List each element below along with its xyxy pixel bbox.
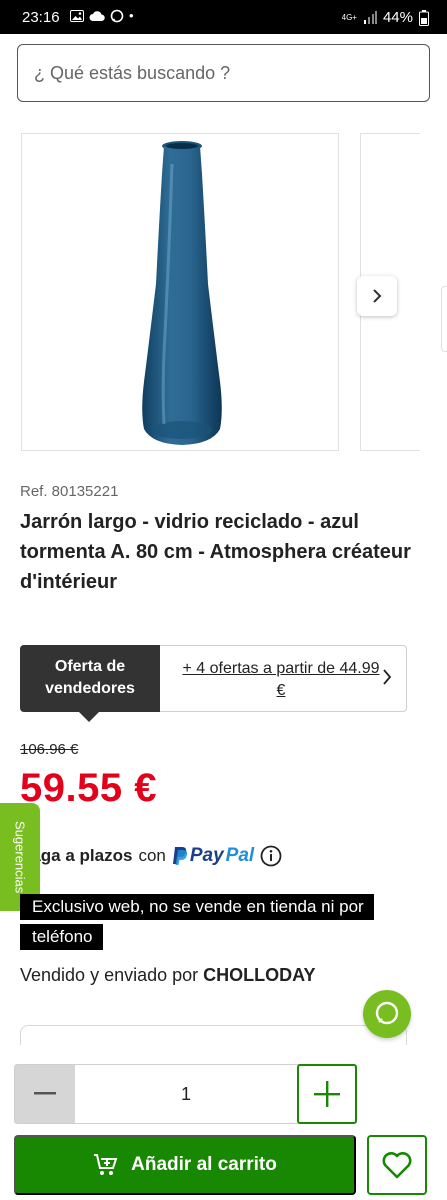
tab-caret [79,712,99,722]
paypal-brand-part1: Pay [189,845,224,866]
old-price: 106.96 € [20,741,79,758]
wishlist-button[interactable] [367,1135,427,1195]
chat-button[interactable] [363,990,411,1038]
seller-prefix: Vendido y enviado por [20,965,199,985]
status-time: 23:16 [22,9,60,26]
seller-name: CHOLLODAY [203,965,316,985]
chevron-right-icon [383,669,392,685]
signal-icon [363,11,377,24]
blue-vase-image [142,141,222,445]
connector-text: con [138,846,166,865]
plus-icon [314,1081,340,1107]
seller-info: Vendido y enviado por CHOLLODAY [20,965,316,986]
current-price: 59.55 € [20,766,157,810]
product-image-carousel[interactable] [0,120,447,470]
quantity-stepper[interactable]: 1 [14,1064,357,1124]
cloud-icon [89,11,105,21]
chat-icon [375,1001,399,1025]
minus-icon [34,1092,56,1095]
battery-icon [419,9,429,26]
status-left-icons: • [70,8,134,23]
paypal-p-icon [172,847,188,865]
seller-offers-box[interactable]: Oferta de vendedores + 4 ofertas a parti… [20,645,407,722]
search-input[interactable] [18,45,429,101]
paypal-brand-part2: Pal [225,845,255,866]
product-title: Jarrón largo - vidrio reciclado - azul t… [20,511,411,593]
status-dot: • [129,8,134,23]
exclusive-web-badge: Exclusivo web, no se vende en tienda ni … [20,892,400,952]
paypal-installments-row: Paga a plazos con Pay Pal [20,845,282,867]
decrease-quantity-button[interactable] [15,1065,75,1123]
chat-bubble-icon [110,9,124,22]
carousel-next-button[interactable] [357,276,397,316]
product-reference: Ref. 80135221 [20,483,119,500]
seller-offers-tab[interactable]: Oferta de vendedores [20,645,160,722]
status-bar: 23:16 • 4G+ 44% [0,0,447,34]
add-to-cart-button[interactable]: Añadir al carrito [14,1135,356,1195]
chevron-right-icon [373,289,382,303]
search-box[interactable] [17,44,430,102]
add-to-cart-label: Añadir al carrito [131,1154,277,1175]
info-icon[interactable] [260,845,282,867]
seller-offers-tab-label: Oferta de vendedores [45,658,135,697]
network-type-label: 4G+ [341,12,357,22]
cart-plus-icon [94,1154,118,1175]
quantity-value[interactable]: 1 [75,1065,297,1123]
next-section-box [20,1025,407,1045]
product-image-card[interactable] [21,133,339,451]
exclusive-web-text: Exclusivo web, no se vende en tienda ni … [20,894,374,950]
increase-quantity-button[interactable] [297,1064,357,1124]
status-right-icons: 4G+ 44% [342,9,429,26]
battery-percent: 44% [382,9,413,26]
image-icon [70,9,84,22]
edge-tab[interactable] [441,286,447,352]
suggestions-label: Sugerencias [12,820,28,894]
paypal-logo: Pay Pal [172,845,254,867]
other-offers-link[interactable]: + 4 ofertas a partir de 44.99 € [181,658,381,702]
heart-icon [382,1152,412,1179]
